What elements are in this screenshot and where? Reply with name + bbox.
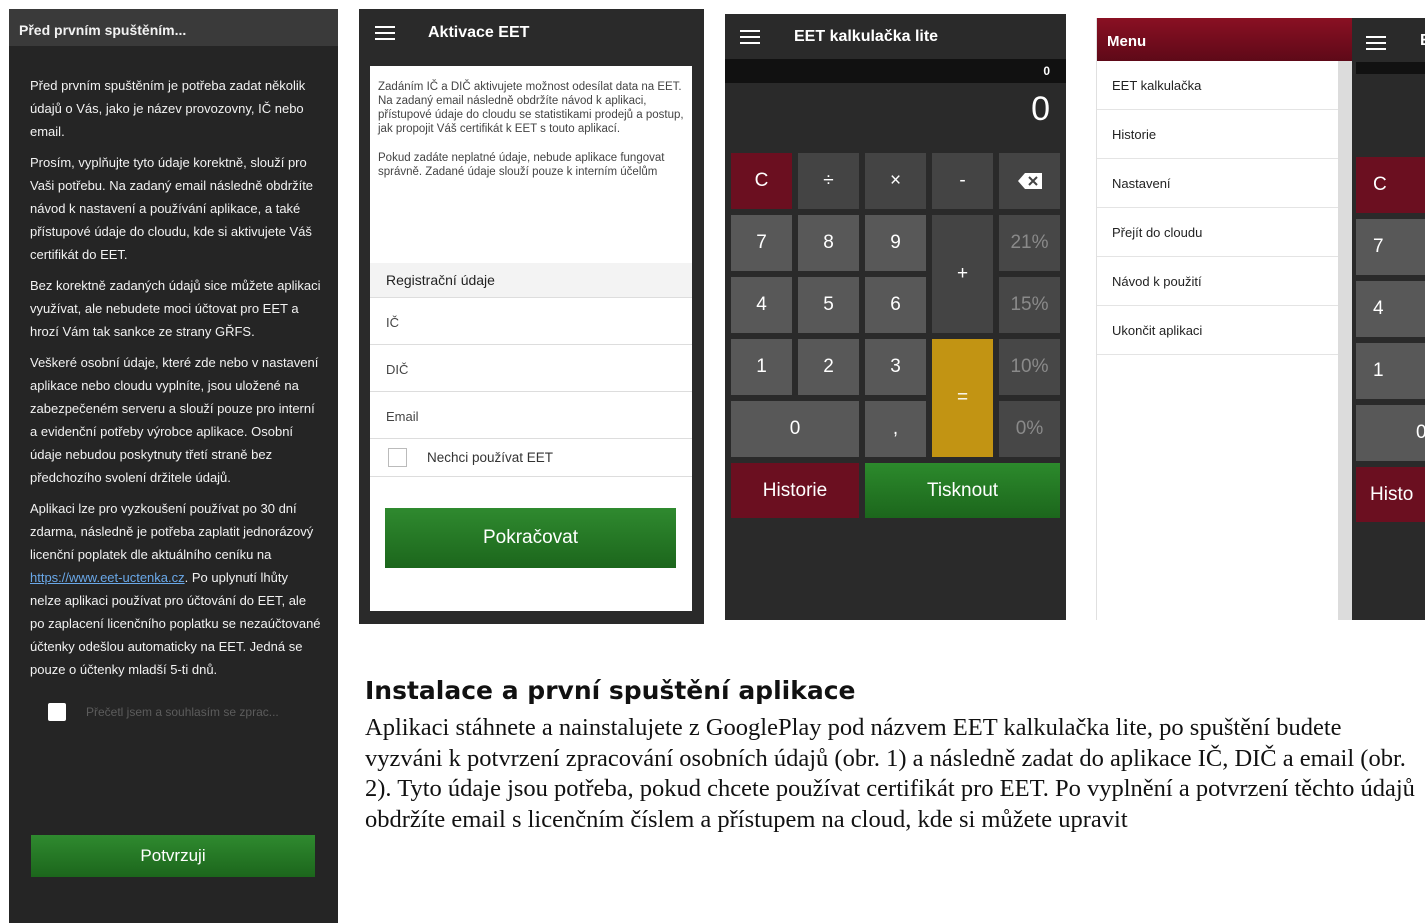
divide-key[interactable]: ÷ [798,153,859,209]
behind-zero-key: 0 [1356,405,1425,461]
consent-agree-label: Přečetl jsem a souhlasím se zprac... [86,705,279,719]
intro-paragraph: Pokud zadáte neplatné údaje, nebude apli… [378,152,665,178]
plus-key[interactable]: + [932,215,993,333]
behind-digit-key: 1 [1356,343,1425,399]
license-text-end: . Po uplynutí lhůty nelze aplikaci použí… [30,570,321,677]
dic-field[interactable]: DIČ [370,345,692,392]
digit-key[interactable]: 8 [798,215,859,271]
calculator-screen: EET kalkulačka lite 0 0 C ÷ × - 7 8 9 + … [725,14,1066,620]
consent-paragraph: Bez korektně zadaných údajů sice můžete … [30,278,321,339]
digit-key[interactable]: 1 [731,339,792,395]
activation-intro: Zadáním IČ a DIČ aktivujete možnost odes… [370,66,692,179]
behind-clear-key: C [1356,157,1425,213]
consent-title: Před prvním spuštěním... [9,9,338,46]
hamburger-menu-icon[interactable] [375,22,395,44]
comma-key[interactable]: , [865,401,926,457]
article-section: Instalace a první spuštění aplikace Apli… [365,676,1420,835]
pricing-link[interactable]: https://www.eet-uctenka.cz [30,570,185,585]
menu-item-manual[interactable]: Návod k použití [1097,257,1338,306]
digit-key[interactable]: 4 [731,277,792,333]
vat-21-key[interactable]: 21% [999,215,1060,271]
digit-key[interactable]: 7 [731,215,792,271]
behind-history-button: Histo [1356,467,1425,522]
digit-key[interactable]: 3 [865,339,926,395]
behind-title: E [1420,32,1425,50]
registration-section-title: Registrační údaje [370,263,692,298]
vat-10-key[interactable]: 10% [999,339,1060,395]
menu-item-history[interactable]: Historie [1097,110,1338,159]
calculator-title: EET kalkulačka lite [794,27,939,45]
continue-button[interactable]: Pokračovat [385,508,676,568]
drawer-title: Menu [1097,18,1352,61]
menu-screen: Menu EET kalkulačka Historie Nastavení P… [1096,18,1425,620]
digit-key[interactable]: 5 [798,277,859,333]
zero-key[interactable]: 0 [731,401,859,457]
license-text: Aplikaci lze pro vyzkoušení používat po … [30,501,314,562]
consent-screen: Před prvním spuštěním... Před prvním spu… [9,9,338,923]
navigation-drawer: Menu EET kalkulačka Historie Nastavení P… [1096,18,1352,620]
activation-title: Aktivace EET [428,24,530,41]
no-eet-row[interactable]: Nechci používat EET [370,439,692,477]
email-field[interactable]: Email [370,392,692,439]
no-eet-label: Nechci používat EET [427,450,554,465]
hamburger-menu-icon[interactable] [1366,32,1386,54]
digit-key[interactable]: 9 [865,215,926,271]
print-button[interactable]: Tisknout [865,463,1060,518]
equals-key[interactable]: = [932,339,993,457]
main-display: 0 [1031,90,1050,128]
intro-paragraph: Zadáním IČ a DIČ aktivujete možnost odes… [378,81,684,135]
consent-paragraph: Před prvním spuštěním je potřeba zadat n… [30,78,306,139]
article-text: Aplikaci stáhnete a nainstalujete z Goog… [365,714,1415,833]
menu-item-settings[interactable]: Nastavení [1097,159,1338,208]
activation-topbar: Aktivace EET [359,9,704,57]
backspace-key[interactable] [999,153,1060,209]
behind-digit-key: 4 [1356,281,1425,337]
activation-card: Zadáním IČ a DIČ aktivujete možnost odes… [370,66,692,611]
vat-0-key[interactable]: 0% [999,401,1060,457]
vat-15-key[interactable]: 15% [999,277,1060,333]
consent-paragraph: Veškeré osobní údaje, které zde nebo v n… [30,355,319,485]
sub-display: 0 [725,59,1066,83]
consent-body: Před prvním spuštěním je potřeba zadat n… [9,46,338,681]
confirm-button[interactable]: Potvrzuji [31,835,315,877]
consent-checkbox[interactable] [48,703,66,721]
clear-key[interactable]: C [731,153,792,209]
calculator-behind-drawer: E C 7 4 1 0 Histo [1352,18,1425,620]
backspace-icon [1017,173,1042,189]
consent-agree-row[interactable]: Přečetl jsem a souhlasím se zprac... [48,697,338,727]
digit-key[interactable]: 6 [865,277,926,333]
behind-topbar: E [1352,18,1425,61]
ic-field[interactable]: IČ [370,298,692,345]
history-button[interactable]: Historie [731,463,859,518]
behind-sub-display [1356,62,1425,74]
multiply-key[interactable]: × [865,153,926,209]
digit-key[interactable]: 2 [798,339,859,395]
drawer-scrollbar[interactable] [1338,61,1352,620]
menu-item-exit[interactable]: Ukončit aplikaci [1097,306,1338,355]
consent-paragraph: Aplikaci lze pro vyzkoušení používat po … [30,497,322,681]
consent-paragraph: Prosím, vyplňujte tyto údaje korektně, s… [30,155,314,262]
menu-item-cloud[interactable]: Přejít do cloudu [1097,208,1338,257]
activation-screen: Aktivace EET Zadáním IČ a DIČ aktivujete… [359,9,704,624]
calculator-topbar: EET kalkulačka lite [725,14,1066,59]
article-heading: Instalace a první spuštění aplikace [365,676,856,705]
behind-digit-key: 7 [1356,219,1425,275]
minus-key[interactable]: - [932,153,993,209]
no-eet-checkbox[interactable] [388,448,407,467]
hamburger-menu-icon[interactable] [740,26,760,48]
menu-item-calculator[interactable]: EET kalkulačka [1097,61,1338,110]
